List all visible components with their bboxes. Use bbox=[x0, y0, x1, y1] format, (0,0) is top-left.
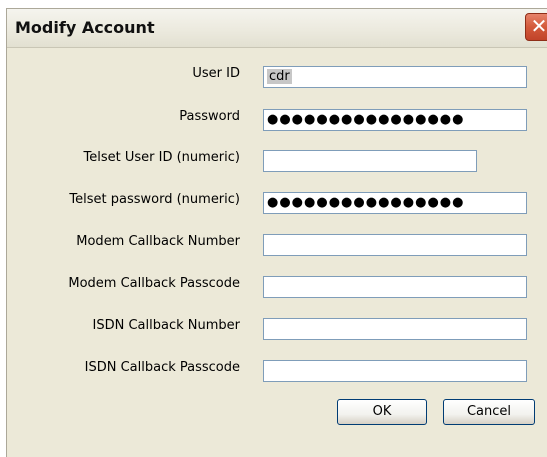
close-icon: ✕ bbox=[530, 14, 547, 38]
dialog-title: Modify Account bbox=[15, 18, 155, 37]
isdn-callback-passcode-field[interactable] bbox=[263, 360, 527, 382]
modem-callback-passcode-field[interactable] bbox=[263, 276, 527, 298]
cancel-button[interactable]: Cancel bbox=[443, 399, 535, 425]
isdn-callback-passcode-label: ISDN Callback Passcode bbox=[84, 360, 240, 375]
user-id-label: User ID bbox=[192, 66, 240, 81]
ok-button[interactable]: OK bbox=[337, 399, 427, 425]
modify-account-dialog: Modify Account ✕ User ID cdr Password ●●… bbox=[6, 8, 547, 457]
user-id-value: cdr bbox=[267, 69, 292, 84]
password-field[interactable]: ●●●●●●●●●●●●●●●● bbox=[263, 109, 527, 131]
close-button[interactable]: ✕ bbox=[525, 13, 547, 41]
isdn-callback-number-field[interactable] bbox=[263, 318, 527, 340]
isdn-callback-number-label: ISDN Callback Number bbox=[92, 318, 240, 333]
modem-callback-passcode-label: Modem Callback Passcode bbox=[68, 276, 240, 291]
telset-user-id-label: Telset User ID (numeric) bbox=[83, 150, 240, 165]
telset-user-id-field[interactable] bbox=[263, 150, 477, 172]
password-label: Password bbox=[179, 109, 240, 124]
telset-password-label: Telset password (numeric) bbox=[69, 192, 240, 207]
modem-callback-number-field[interactable] bbox=[263, 234, 527, 256]
title-bar[interactable]: Modify Account ✕ bbox=[7, 9, 547, 48]
user-id-field[interactable]: cdr bbox=[263, 66, 527, 88]
telset-password-field[interactable]: ●●●●●●●●●●●●●●●● bbox=[263, 192, 527, 214]
modem-callback-number-label: Modem Callback Number bbox=[76, 234, 240, 249]
